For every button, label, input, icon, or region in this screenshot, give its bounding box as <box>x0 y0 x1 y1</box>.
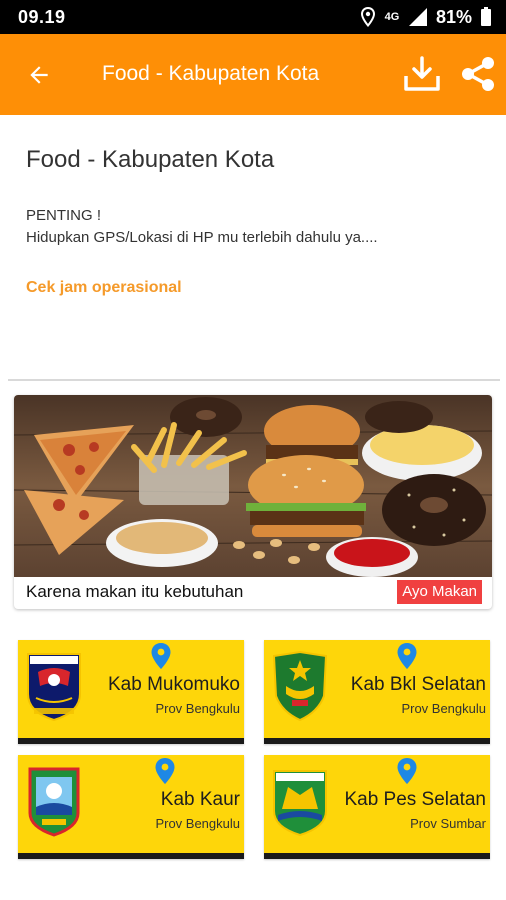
operating-hours-link[interactable]: Cek jam operasional <box>26 279 182 297</box>
battery-percent: 81% <box>435 6 472 27</box>
banner-caption: Karena makan itu kebutuhan <box>26 582 244 601</box>
region-province: Prov Sumbar <box>410 816 486 831</box>
order-food-button[interactable]: Ayo Makan <box>397 580 482 604</box>
page-title: Food - Kabupaten Kota <box>26 146 275 173</box>
location-pin-icon <box>397 643 417 669</box>
notice-text: Hidupkan GPS/Lokasi di HP mu terlebih da… <box>26 229 378 246</box>
location-pin-icon <box>397 758 417 784</box>
pesisir-selatan-emblem-icon <box>273 770 327 837</box>
region-card-pesisir-selatan[interactable]: Kab Pes Selatan Prov Sumbar <box>264 755 490 859</box>
region-name: Kab Mukomuko <box>107 674 240 695</box>
back-button[interactable] <box>22 58 56 92</box>
download-icon <box>404 56 440 91</box>
status-icons: 4G 81% <box>360 6 492 28</box>
region-name: Kab Kaur <box>160 789 240 810</box>
arrow-back-icon <box>30 66 48 84</box>
notice-heading: PENTING ! <box>26 207 102 224</box>
location-pin-icon <box>155 758 175 784</box>
app-bar: Food - Kabupaten Kota <box>0 34 506 115</box>
share-button[interactable] <box>458 54 498 94</box>
network-type: 4G <box>384 11 400 23</box>
region-name: Kab Bkl Selatan <box>350 674 486 695</box>
region-card-kaur[interactable]: Kab Kaur Prov Bengkulu <box>18 755 244 859</box>
region-card-bengkulu-selatan[interactable]: Kab Bkl Selatan Prov Bengkulu <box>264 640 490 744</box>
download-button[interactable] <box>402 54 442 94</box>
kaur-emblem-icon <box>28 767 80 837</box>
mukomuko-emblem-icon <box>27 653 81 722</box>
location-icon <box>360 7 375 27</box>
banner-card[interactable]: Karena makan itu kebutuhan Ayo Makan <box>14 395 492 609</box>
region-province: Prov Bengkulu <box>155 816 240 831</box>
app-title: Food - Kabupaten Kota <box>102 62 320 85</box>
status-bar: 09.19 4G 81% <box>0 0 506 34</box>
location-pin-icon <box>151 643 171 669</box>
share-icon <box>462 57 494 91</box>
food-banner-image <box>14 395 492 577</box>
region-province: Prov Bengkulu <box>155 701 240 716</box>
signal-icon <box>408 8 427 26</box>
region-card-mukomuko[interactable]: Kab Mukomuko Prov Bengkulu <box>18 640 244 744</box>
region-name: Kab Pes Selatan <box>344 789 486 810</box>
battery-icon <box>481 7 491 26</box>
region-province: Prov Bengkulu <box>401 701 486 716</box>
divider <box>8 379 500 381</box>
status-time: 09.19 <box>18 7 66 27</box>
bengkulu-selatan-emblem-icon <box>272 650 328 722</box>
